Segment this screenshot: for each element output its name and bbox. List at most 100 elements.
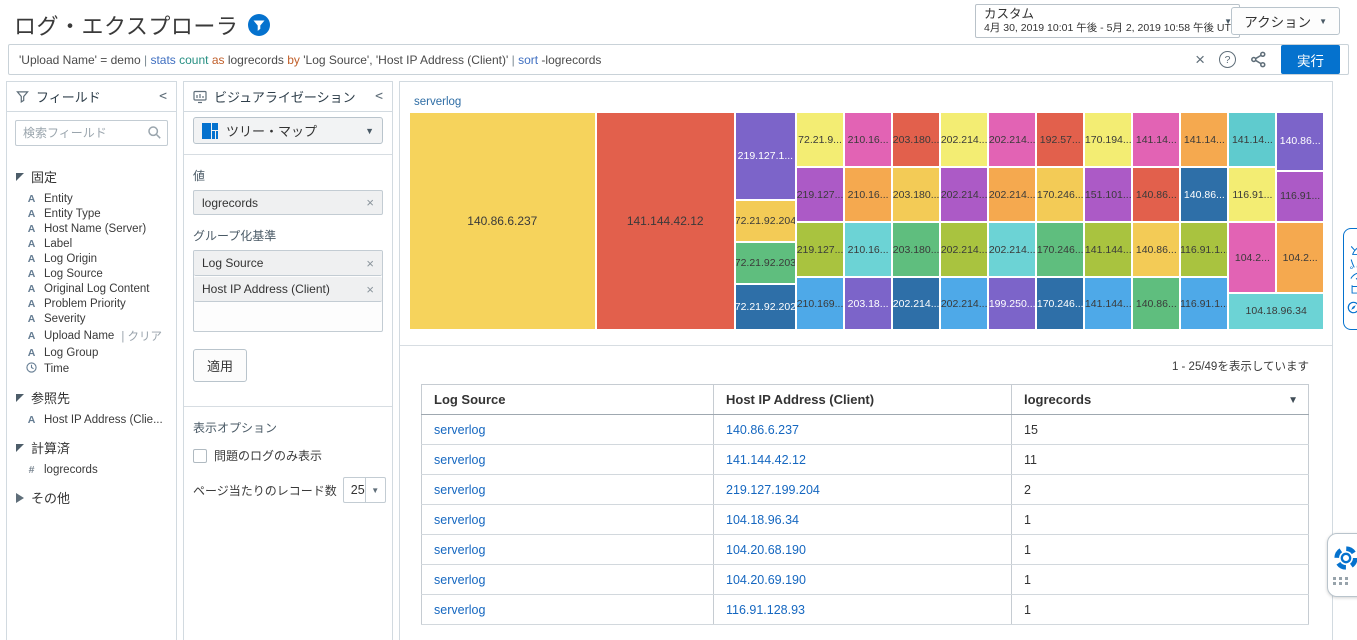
treemap-tile[interactable]: 203.18...: [844, 277, 892, 330]
column-header-logrecords[interactable]: logrecords▼: [1012, 385, 1309, 415]
field-item-Log Origin[interactable]: ALog Origin: [16, 251, 167, 266]
treemap-tile[interactable]: 140.86...: [1132, 222, 1180, 277]
log-source-link[interactable]: serverlog: [434, 603, 485, 617]
field-search-input[interactable]: [15, 120, 168, 146]
remove-chip-icon[interactable]: ×: [366, 256, 374, 271]
field-item-Entity[interactable]: AEntity: [16, 191, 167, 206]
field-item-Host IP Address (Clie...[interactable]: AHost IP Address (Clie...: [16, 412, 167, 427]
treemap-tile[interactable]: 202.214...: [940, 222, 988, 277]
log-source-link[interactable]: serverlog: [434, 543, 485, 557]
treemap-tile[interactable]: 192.57...: [1036, 112, 1084, 167]
treemap-tile[interactable]: 202.214...: [988, 112, 1036, 167]
treemap-tile[interactable]: 72.21.92.204: [735, 200, 796, 242]
field-clear-link[interactable]: | クリア: [121, 328, 162, 344]
treemap-tile[interactable]: 116.91...: [1228, 167, 1276, 222]
treemap-tile[interactable]: 210.16...: [844, 222, 892, 277]
treemap-tile[interactable]: 203.180...: [892, 222, 940, 277]
field-item-Host Name (Server)[interactable]: AHost Name (Server): [16, 221, 167, 236]
host-ip-link[interactable]: 219.127.199.204: [726, 483, 820, 497]
log-source-link[interactable]: serverlog: [434, 513, 485, 527]
host-ip-link[interactable]: 140.86.6.237: [726, 423, 799, 437]
run-button[interactable]: 実行: [1281, 45, 1340, 74]
treemap-group-label[interactable]: serverlog: [409, 94, 1324, 110]
column-header-Host IP Address (Client)[interactable]: Host IP Address (Client): [714, 385, 1012, 415]
treemap-tile[interactable]: 219.127...: [796, 222, 844, 277]
time-range-picker[interactable]: カスタム 4月 30, 2019 10:01 午後 - 5月 2, 2019 1…: [975, 4, 1240, 38]
treemap-tile[interactable]: 202.214...: [940, 112, 988, 167]
help-icon[interactable]: ?: [1219, 51, 1236, 68]
clear-query-icon[interactable]: ×: [1195, 51, 1205, 68]
treemap-tile[interactable]: 202.214...: [988, 167, 1036, 222]
treemap-tile[interactable]: 72.21.92.202: [735, 284, 796, 330]
treemap-tile[interactable]: 202.214...: [940, 167, 988, 222]
field-item-Time[interactable]: Time: [16, 360, 167, 377]
treemap-tile[interactable]: 151.101...: [1084, 167, 1132, 222]
field-item-Label[interactable]: ALabel: [16, 236, 167, 251]
treemap-tile[interactable]: 116.91.1...: [1180, 222, 1228, 277]
treemap-tile[interactable]: 203.180...: [892, 167, 940, 222]
page-size-select[interactable]: 25 ▼: [343, 477, 386, 503]
treemap-tile[interactable]: 140.86...: [1276, 112, 1324, 171]
host-ip-link[interactable]: 116.91.128.93: [726, 603, 805, 617]
treemap-tile[interactable]: 170.246...: [1036, 222, 1084, 277]
checkbox-icon[interactable]: [193, 449, 207, 463]
field-item-Entity Type[interactable]: AEntity Type: [16, 206, 167, 221]
treemap-tile[interactable]: 202.214...: [940, 277, 988, 330]
treemap-tile[interactable]: 140.86...: [1132, 167, 1180, 222]
treemap-tile[interactable]: 141.144.42.12: [596, 112, 735, 330]
problem-logs-checkbox-row[interactable]: 問題のログのみ表示: [193, 447, 383, 464]
field-item-Log Source[interactable]: ALog Source: [16, 266, 167, 281]
treemap-tile[interactable]: 170.194...: [1084, 112, 1132, 167]
treemap-tile[interactable]: 140.86...: [1180, 167, 1228, 222]
treemap-tile[interactable]: 141.144...: [1084, 277, 1132, 330]
filter-funnel-icon[interactable]: [248, 14, 270, 36]
host-ip-link[interactable]: 141.144.42.12: [726, 453, 806, 467]
field-item-Severity[interactable]: ASeverity: [16, 311, 167, 326]
help-widget-tab[interactable]: [1327, 533, 1357, 597]
sort-desc-icon[interactable]: ▼: [1288, 395, 1298, 406]
treemap-tile[interactable]: 202.214...: [892, 277, 940, 330]
host-ip-link[interactable]: 104.18.96.34: [726, 513, 799, 527]
treemap-tile[interactable]: 170.246...: [1036, 277, 1084, 330]
treemap-tile[interactable]: 72.21.92.203: [735, 242, 796, 284]
field-item-Log Group[interactable]: ALog Group: [16, 345, 167, 360]
treemap-tile[interactable]: 104.2...: [1276, 222, 1324, 293]
log-source-link[interactable]: serverlog: [434, 423, 485, 437]
treemap-tile[interactable]: 141.144...: [1084, 222, 1132, 277]
field-section-固定[interactable]: 固定: [16, 167, 167, 186]
treemap-tile[interactable]: 202.214...: [988, 222, 1036, 277]
treemap-tile[interactable]: 203.180...: [892, 112, 940, 167]
field-item-Problem Priority[interactable]: AProblem Priority: [16, 296, 167, 311]
treemap-tile[interactable]: 104.18.96.34: [1228, 293, 1324, 330]
remove-chip-icon[interactable]: ×: [366, 195, 374, 210]
field-section-計算済[interactable]: 計算済: [16, 438, 167, 457]
treemap-tile[interactable]: 116.91.1...: [1180, 277, 1228, 330]
treemap-tile[interactable]: 219.127...: [796, 167, 844, 222]
log-source-link[interactable]: serverlog: [434, 483, 485, 497]
treemap-tile[interactable]: 141.14...: [1228, 112, 1276, 167]
query-bar[interactable]: 'Upload Name' = demo | stats count as lo…: [8, 44, 1349, 75]
collapse-left-icon[interactable]: <: [375, 89, 383, 104]
treemap-tile[interactable]: 140.86...: [1132, 277, 1180, 330]
treemap-tile[interactable]: 210.169...: [796, 277, 844, 330]
field-item-Original Log Content[interactable]: AOriginal Log Content: [16, 281, 167, 296]
column-header-Log Source[interactable]: Log Source: [422, 385, 714, 415]
log-source-link[interactable]: serverlog: [434, 453, 485, 467]
actions-button[interactable]: アクション ▼: [1231, 7, 1340, 35]
log-source-link[interactable]: serverlog: [434, 573, 485, 587]
treemap-tile[interactable]: 72.21.9...: [796, 112, 844, 167]
treemap-tile[interactable]: 210.16...: [844, 112, 892, 167]
remove-chip-icon[interactable]: ×: [366, 282, 374, 297]
field-item-Upload Name[interactable]: AUpload Name| クリア: [16, 326, 167, 345]
apply-button[interactable]: 適用: [193, 349, 247, 382]
host-ip-link[interactable]: 104.20.68.190: [726, 543, 806, 557]
field-section-その他[interactable]: その他: [16, 488, 167, 507]
treemap-tile[interactable]: 219.127.1...: [735, 112, 796, 200]
treemap-tile[interactable]: 199.250...: [988, 277, 1036, 330]
treemap-tile[interactable]: 140.86.6.237: [409, 112, 596, 330]
share-icon[interactable]: [1250, 51, 1267, 68]
treemap-tile[interactable]: 116.91...: [1276, 171, 1324, 222]
collapse-left-icon[interactable]: <: [159, 89, 167, 104]
treemap-tile[interactable]: 141.14...: [1180, 112, 1228, 167]
host-ip-link[interactable]: 104.20.69.190: [726, 573, 806, 587]
